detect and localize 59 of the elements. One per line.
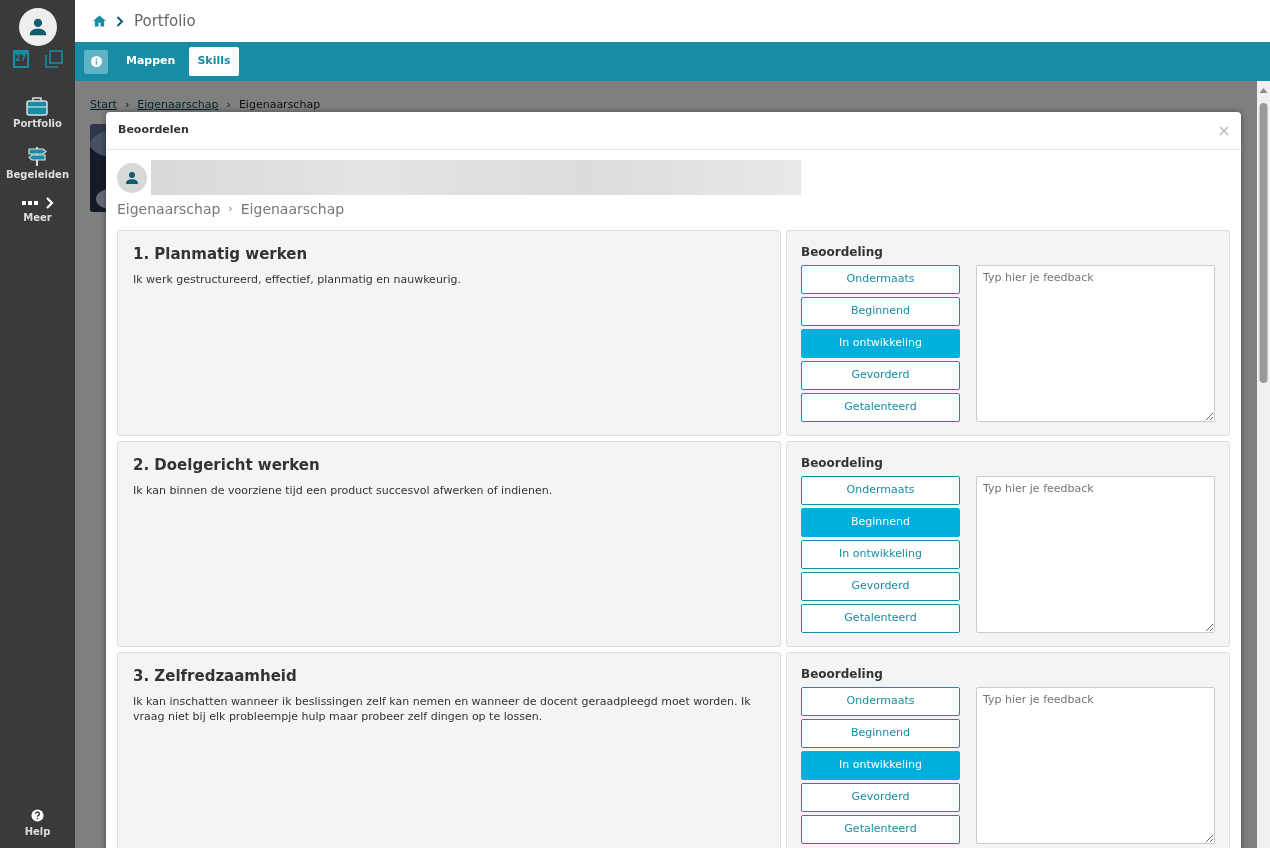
sidebar-item[interactable]: Meer: [20, 196, 55, 225]
sidebar-item[interactable]: Begeleiden: [5, 145, 69, 182]
scrollbar-thumb[interactable]: [1259, 103, 1268, 383]
breadcrumb-item: Eigenaarschap: [117, 200, 221, 219]
skill-description: Ik werk gestructureerd, effectief, planmatig en nauwkeurig.: [133, 271, 462, 288]
sidebar-item[interactable]: Portfolio: [13, 96, 62, 131]
separator-icon: ›: [124, 97, 130, 114]
separator-icon: ›: [226, 97, 231, 114]
rating-option[interactable]: Getalenteerd: [801, 815, 960, 844]
chevron-icon: [116, 15, 124, 27]
help-icon: [31, 809, 44, 822]
feedback-field[interactable]: Typ hier je feedback: [976, 687, 1215, 844]
briefcase-icon: [26, 96, 49, 116]
calendar-icon[interactable]: 27: [12, 50, 29, 68]
profile-avatar[interactable]: [18, 8, 57, 46]
close-button[interactable]: [1219, 125, 1229, 136]
skill-description: Ik kan inschatten wanneer ik beslissingen zelf kan nemen en wanneer de docent geraadpleegd moet worden. Ik vraag niet bij elk probleempje hulp maar probeer zelf dingen op te lossen.: [133, 693, 752, 726]
separator-icon: ›: [228, 201, 233, 218]
feedback-field[interactable]: Typ hier je feedback: [976, 265, 1215, 422]
rating-option[interactable]: Ondermaats: [801, 687, 960, 716]
user-avatar: [117, 162, 147, 193]
rating-option[interactable]: In ontwikkeling: [801, 751, 960, 780]
rating-label: Beoordeling: [801, 455, 884, 472]
rating-option[interactable]: Beginnend: [801, 508, 960, 537]
skill-description: Ik kan binnen de voorziene tijd een product succesvol afwerken of indienen.: [133, 482, 554, 499]
signpost-icon: [26, 145, 49, 167]
scrollbar[interactable]: [1257, 81, 1270, 848]
skill-title: 3. Zelfredzaamheid: [133, 666, 298, 687]
rating-label: Beoordeling: [801, 666, 884, 683]
feedback-field[interactable]: Typ hier je feedback: [976, 476, 1215, 633]
rating-option[interactable]: In ontwikkeling: [801, 540, 960, 569]
dialog-title: Beoordelen: [118, 122, 189, 139]
skill-title: 1. Planmatig werken: [133, 244, 309, 265]
rating-option[interactable]: Getalenteerd: [801, 604, 960, 633]
more-icon: [20, 196, 55, 210]
rating-option[interactable]: Gevorderd: [801, 361, 960, 390]
rating-option[interactable]: Ondermaats: [801, 476, 960, 505]
copy-icon[interactable]: [44, 50, 63, 68]
info-button[interactable]: [84, 49, 108, 74]
rating-option[interactable]: Getalenteerd: [801, 393, 960, 422]
breadcrumb-item: Eigenaarschap: [240, 200, 345, 219]
page-title: Portfolio: [134, 10, 196, 32]
breadcrumb-link[interactable]: Eigenaarschap: [137, 97, 219, 114]
rating-label: Beoordeling: [801, 244, 884, 261]
skill-title: 2. Doelgericht werken: [133, 455, 321, 476]
tab[interactable]: Mappen: [118, 47, 184, 76]
rating-option[interactable]: Gevorderd: [801, 572, 960, 601]
scroll-up-icon[interactable]: [1259, 88, 1268, 93]
rating-option[interactable]: Ondermaats: [801, 265, 960, 294]
rating-option[interactable]: In ontwikkeling: [801, 329, 960, 358]
info-icon: [90, 56, 102, 67]
home-icon[interactable]: [93, 15, 106, 27]
breadcrumb-link[interactable]: Start: [90, 97, 117, 114]
rating-option[interactable]: Gevorderd: [801, 783, 960, 812]
rating-option[interactable]: Beginnend: [801, 719, 960, 748]
breadcrumb-current: Eigenaarschap: [238, 97, 321, 113]
tab[interactable]: Skills: [189, 47, 239, 76]
help-link[interactable]: Help: [24, 809, 51, 839]
rating-option[interactable]: Beginnend: [801, 297, 960, 326]
